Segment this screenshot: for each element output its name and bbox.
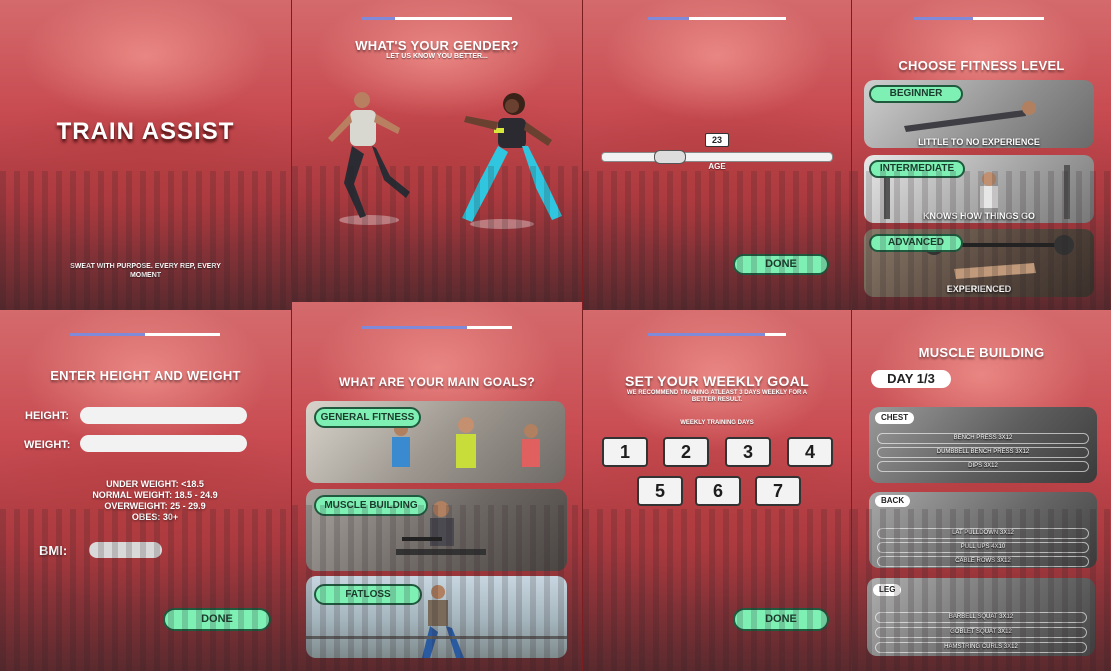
day-option-7[interactable]: 7	[755, 476, 801, 506]
exercise-row[interactable]: DIPS 3X12	[877, 461, 1089, 472]
workout-card-chest[interactable]: CHEST BENCH PRESS 3X12 DUMBBELL BENCH PR…	[869, 407, 1097, 483]
age-screen: 23 AGE DONE	[583, 0, 851, 310]
done-button[interactable]: DONE	[733, 254, 829, 275]
done-button[interactable]: DONE	[163, 608, 271, 631]
progress-bar	[70, 333, 220, 336]
goals-screen: WHAT ARE YOUR MAIN GOALS? GENERAL FITNES…	[292, 302, 582, 671]
level-caption: LITTLE TO NO EXPERIENCE	[918, 137, 1040, 147]
progress-fill	[648, 17, 690, 20]
day-option-2[interactable]: 2	[663, 437, 709, 467]
progress-bar	[648, 17, 786, 20]
height-weight-title: ENTER HEIGHT AND WEIGHT	[50, 368, 241, 383]
level-tag: ADVANCED	[869, 234, 963, 252]
fitness-title: CHOOSE FITNESS LEVEL	[898, 58, 1065, 73]
bmi-range-obese: OBES: 30+	[131, 512, 179, 522]
level-card-advanced[interactable]: ADVANCED EXPERIENCED	[864, 229, 1094, 297]
progress-bar	[648, 333, 786, 336]
exercise-row[interactable]: LAT PULLDOWN 3X12	[877, 528, 1089, 539]
progress-bar	[362, 326, 512, 329]
progress-fill	[648, 333, 766, 336]
exercise-row[interactable]: CABLE ROWS 3X12	[877, 556, 1089, 567]
age-value-badge: 23	[705, 133, 729, 147]
workout-card-leg[interactable]: LEG BARBELL SQUAT 3X12 GOBLET SQUAT 3X12…	[867, 578, 1095, 656]
exercise-row[interactable]: BENCH PRESS 3X12	[877, 433, 1089, 444]
age-slider[interactable]	[601, 150, 833, 164]
bmi-range-normal: NORMAL WEIGHT: 18.5 - 24.9	[92, 490, 218, 500]
day-option-4[interactable]: 4	[787, 437, 833, 467]
section-tag: BACK	[875, 495, 911, 507]
day-option-6[interactable]: 6	[695, 476, 741, 506]
progress-fill	[70, 333, 145, 336]
level-caption: KNOWS HOW THINGS GO	[923, 211, 1035, 221]
weight-input[interactable]	[80, 435, 247, 452]
day-option-1[interactable]: 1	[602, 437, 648, 467]
section-tag: CHEST	[875, 412, 915, 424]
exercise-row[interactable]: BARBELL SQUAT 3X12	[875, 612, 1087, 623]
level-tag: BEGINNER	[869, 85, 963, 103]
level-card-beginner[interactable]: BEGINNER LITTLE TO NO EXPERIENCE	[864, 80, 1094, 148]
progress-fill	[362, 326, 467, 329]
program-title: MUSCLE BUILDING	[918, 345, 1045, 360]
exercise-row[interactable]: PULL UPS 4X10	[877, 542, 1089, 553]
weekly-days-label: WEEKLY TRAINING DAYS	[680, 420, 754, 426]
progress-bar	[914, 17, 1044, 20]
fitness-level-screen: CHOOSE FITNESS LEVEL BEGINNER LITTLE TO …	[852, 0, 1111, 310]
progress-bar	[362, 17, 512, 20]
female-option[interactable]	[432, 88, 572, 233]
splash-screen: TRAIN ASSIST SWEAT WITH PURPOSE. EVERY R…	[0, 0, 291, 310]
day-indicator[interactable]: DAY 1/3	[871, 370, 951, 388]
exercise-row[interactable]: DUMBBELL BENCH PRESS 3X12	[877, 447, 1089, 458]
gender-title: WHAT'S YOUR GENDER?	[355, 38, 519, 53]
weight-label: WEIGHT:	[24, 439, 71, 451]
height-input[interactable]	[80, 407, 247, 424]
bmi-range-under: UNDER WEIGHT: <18.5	[106, 479, 204, 489]
exercise-row[interactable]: HAMSTRING CURLS 3X12	[875, 642, 1087, 653]
exercise-row[interactable]: GOBLET SQUAT 3X12	[875, 627, 1087, 638]
height-label: HEIGHT:	[25, 410, 69, 422]
done-button[interactable]: DONE	[733, 608, 829, 631]
bmi-label: BMI:	[39, 543, 68, 558]
gender-screen: WHAT'S YOUR GENDER? LET US KNOW YOU BETT…	[292, 0, 582, 302]
level-caption: EXPERIENCED	[946, 284, 1012, 294]
gender-subtitle: LET US KNOW YOU BETTER...	[386, 53, 488, 60]
male-figure-icon	[328, 92, 410, 225]
goal-card-general-fitness[interactable]: GENERAL FITNESS	[306, 401, 565, 483]
program-screen: MUSCLE BUILDING DAY 1/3 CHEST BENCH PRES…	[852, 310, 1111, 671]
app-tagline: SWEAT WITH PURPOSE. EVERY REP, EVERY MOM…	[70, 263, 221, 279]
bmi-result	[89, 542, 162, 558]
goals-title: WHAT ARE YOUR MAIN GOALS?	[339, 375, 535, 389]
bmi-range-over: OVERWEIGHT: 25 - 29.9	[104, 501, 206, 511]
weekly-title: SET YOUR WEEKLY GOAL	[625, 373, 809, 389]
goal-tag: FATLOSS	[314, 584, 422, 605]
height-weight-screen: ENTER HEIGHT AND WEIGHT HEIGHT: WEIGHT: …	[0, 310, 291, 671]
workout-card-back[interactable]: BACK LAT PULLDOWN 3X12 PULL UPS 4X10 CAB…	[869, 492, 1097, 568]
goal-card-muscle-building[interactable]: MUSCLE BUILDING	[306, 489, 567, 571]
level-tag: INTERMEDIATE	[869, 160, 965, 178]
male-option[interactable]	[314, 88, 424, 228]
age-label: AGE	[708, 162, 726, 171]
screens-grid: TRAIN ASSIST SWEAT WITH PURPOSE. EVERY R…	[0, 0, 1111, 671]
level-card-intermediate[interactable]: INTERMEDIATE KNOWS HOW THINGS GO	[864, 155, 1094, 223]
goal-card-fatloss[interactable]: FATLOSS	[306, 576, 567, 658]
weekly-goal-screen: SET YOUR WEEKLY GOAL WE RECOMMEND TRAINI…	[583, 310, 851, 671]
goal-tag: GENERAL FITNESS	[314, 407, 421, 428]
bmi-ranges: UNDER WEIGHT: <18.5 NORMAL WEIGHT: 18.5 …	[60, 479, 250, 523]
progress-fill	[362, 17, 395, 20]
app-title: TRAIN ASSIST	[56, 118, 235, 145]
goal-tag: MUSCLE BUILDING	[314, 495, 428, 516]
progress-fill	[914, 17, 973, 20]
female-figure-icon	[462, 93, 562, 229]
day-option-3[interactable]: 3	[725, 437, 771, 467]
day-option-5[interactable]: 5	[637, 476, 683, 506]
weekly-subtitle: WE RECOMMEND TRAINING ATLEAST 3 DAYS WEE…	[626, 390, 808, 403]
section-tag: LEG	[873, 584, 902, 596]
